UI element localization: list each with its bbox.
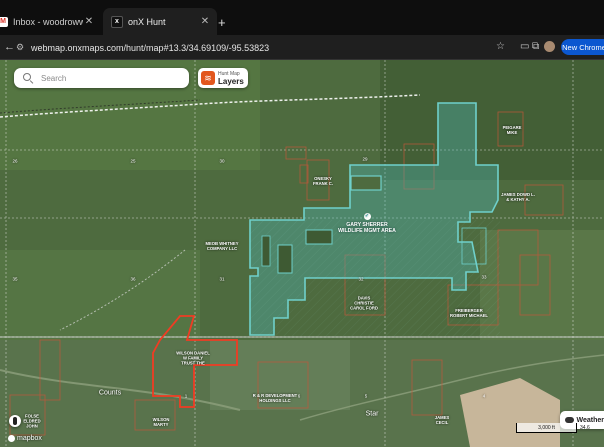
- section-number: 4: [482, 393, 486, 399]
- tab-inbox-label: Inbox - woodrowwilson118@: [13, 16, 83, 27]
- close-tab-icon[interactable]: ✕: [199, 16, 211, 27]
- compass-icon[interactable]: [9, 415, 21, 427]
- close-tab-icon[interactable]: ✕: [83, 16, 95, 27]
- place-label-counts: Counts: [98, 389, 122, 397]
- cast-icon[interactable]: ▭: [520, 41, 529, 53]
- scale-bar: 3,000 ft: [516, 423, 577, 433]
- satellite-map: [0, 60, 604, 447]
- place-label-star: Star: [365, 410, 379, 418]
- owner-label[interactable]: FREIBERGER ROBERT MICHAEL: [449, 308, 489, 318]
- owner-label[interactable]: WILSON DANIEL W FAMILY TRUST THE: [176, 351, 210, 366]
- layers-icon: ≋: [201, 71, 215, 85]
- section-number: 29: [362, 156, 368, 162]
- owner-label[interactable]: WILSON MARTY: [148, 417, 174, 427]
- owner-label[interactable]: JAMES CECIL: [429, 415, 455, 425]
- section-number: 30: [219, 158, 225, 164]
- coordinate-readout: 34.6: [580, 425, 590, 431]
- address-bar[interactable]: ⚙ webmap.onxmaps.com/hunt/map#13.3/34.69…: [16, 39, 484, 56]
- mapbox-label: mapbox: [17, 435, 42, 442]
- search-icon: [22, 72, 34, 84]
- wildlife-area-icon: ✓: [363, 213, 371, 220]
- owner-label[interactable]: FOLSE ELDRED JOHN: [19, 414, 45, 429]
- owner-label[interactable]: R & R DEVELOPMENT HOLDINGS LLC: [250, 393, 300, 403]
- search-input[interactable]: [39, 72, 183, 84]
- new-tab-icon[interactable]: +: [218, 16, 226, 29]
- wma-name: GARY SHERRER WILDLIFE MGMT AREA: [338, 222, 396, 234]
- section-number: 5: [364, 393, 368, 399]
- section-number: 32: [358, 276, 364, 282]
- section-number: 35: [12, 276, 18, 282]
- section-number: 26: [12, 158, 18, 164]
- extensions-icon[interactable]: ⧉: [532, 41, 539, 53]
- search-box[interactable]: [14, 68, 189, 88]
- section-number: 25: [130, 158, 136, 164]
- layers-label: Layers: [218, 77, 244, 86]
- tab-inbox[interactable]: M Inbox - woodrowwilson118@ ✕: [0, 8, 101, 35]
- site-info-icon[interactable]: ⚙: [16, 43, 25, 52]
- layers-button[interactable]: ≋ Hunt Map Layers: [198, 68, 248, 88]
- mapbox-logo-icon: [8, 435, 15, 442]
- browser-tab-bar: M Inbox - woodrowwilson118@ ✕ x onX Hunt…: [0, 0, 604, 35]
- section-number: 31: [219, 276, 225, 282]
- gmail-icon: M: [0, 16, 8, 27]
- map-view[interactable]: 26 25 30 29 35 36 31 32 33 1 5 6 4 PEIGA…: [0, 60, 604, 447]
- back-icon[interactable]: ←: [4, 40, 15, 54]
- profile-avatar[interactable]: [544, 41, 555, 52]
- mapbox-attribution[interactable]: mapbox: [8, 435, 42, 442]
- owner-label[interactable]: JAMES DOWD L. & KATHY A.: [501, 192, 535, 202]
- map-scale: 3,000 ft 34.6: [516, 423, 596, 436]
- tab-onx-label: onX Hunt: [128, 16, 166, 27]
- owner-label[interactable]: DAVIS CHRISTIE CAROL FORD: [349, 296, 379, 311]
- new-chrome-button[interactable]: New Chrome: [561, 39, 604, 55]
- section-number: 1: [184, 393, 188, 399]
- owner-label[interactable]: ONESKY FRANK C.: [308, 176, 338, 186]
- onx-icon: x: [111, 15, 123, 28]
- owner-label[interactable]: PEIGARE MIKE: [497, 125, 527, 135]
- bookmark-star-icon[interactable]: ☆: [496, 41, 505, 53]
- tab-onx-hunt[interactable]: x onX Hunt ✕: [103, 8, 217, 35]
- url-text: webmap.onxmaps.com/hunt/map#13.3/34.6910…: [31, 42, 270, 53]
- wma-label[interactable]: ✓ GARY SHERRER WILDLIFE MGMT AREA: [338, 213, 396, 234]
- section-number: 33: [481, 274, 487, 280]
- owner-label[interactable]: MEOB WHITNEY COMPANY LLC: [205, 241, 239, 251]
- section-number: 36: [130, 276, 136, 282]
